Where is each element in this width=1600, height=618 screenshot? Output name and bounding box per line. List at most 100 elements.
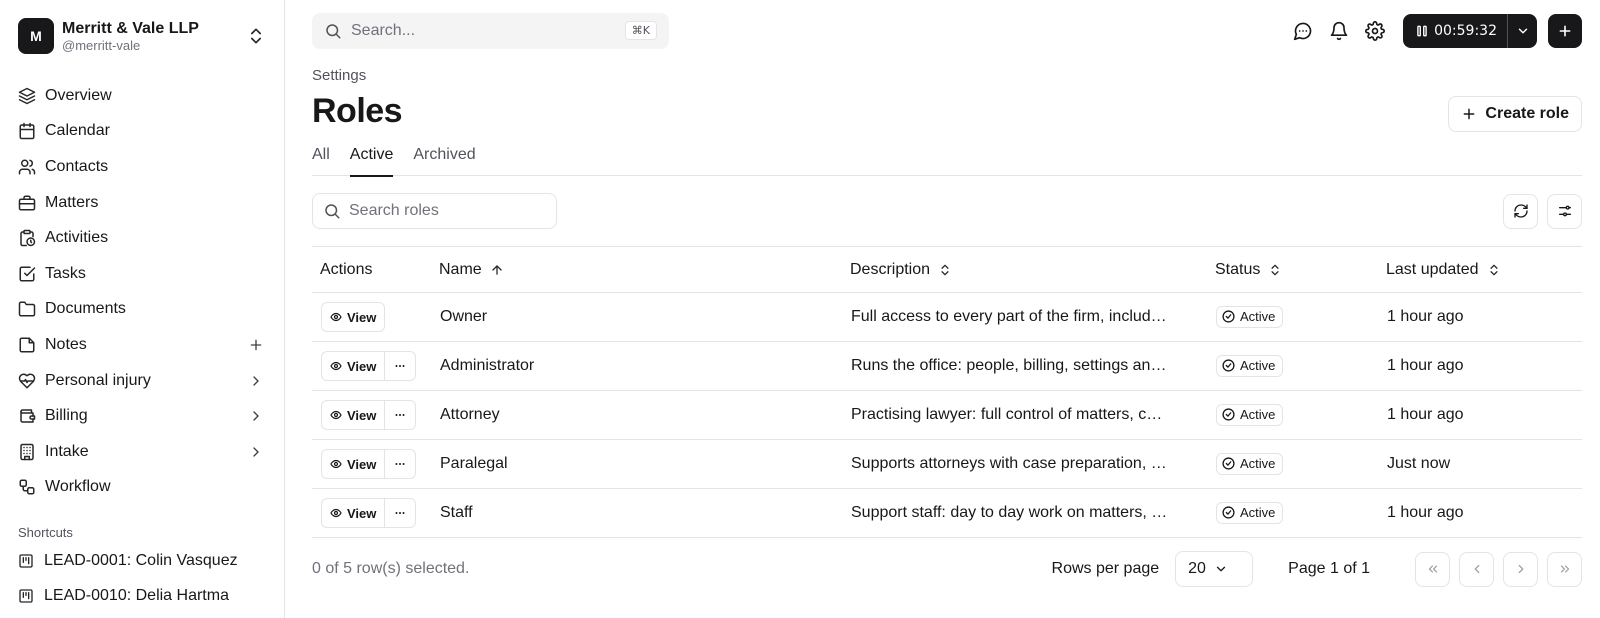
rows-per-page-select[interactable]: 20 bbox=[1175, 551, 1254, 587]
org-switcher[interactable]: M Merritt & Vale LLP @merritt-vale bbox=[0, 0, 284, 72]
table-header-row: Actions Name Description Status Last upd… bbox=[312, 246, 1582, 293]
eye-icon bbox=[330, 360, 342, 372]
sidebar-item-documents[interactable]: Documents bbox=[0, 292, 284, 328]
search-shortcut-key: ⌘K bbox=[624, 21, 657, 40]
role-description: Full access to every part of the firm, i… bbox=[842, 292, 1207, 342]
role-status-cell: Active bbox=[1207, 488, 1378, 538]
view-button[interactable]: View bbox=[321, 351, 386, 381]
view-button[interactable]: View bbox=[321, 400, 386, 430]
roles-search-placeholder: Search roles bbox=[349, 202, 439, 219]
view-label: View bbox=[347, 505, 377, 521]
tab-all[interactable]: All bbox=[312, 141, 330, 176]
view-button[interactable]: View bbox=[321, 449, 386, 479]
sidebar-item-billing[interactable]: Billing bbox=[0, 398, 284, 434]
view-button[interactable]: View bbox=[321, 498, 386, 528]
status-text: Active bbox=[1240, 505, 1276, 521]
plus-icon bbox=[1461, 106, 1477, 122]
shortcut-label: LEAD-0001: Colin Vasquez bbox=[44, 551, 238, 569]
next-page-button[interactable] bbox=[1503, 551, 1538, 587]
sliders-icon bbox=[1557, 203, 1573, 219]
row-actions-cell: View bbox=[312, 488, 431, 538]
column-settings-button[interactable] bbox=[1547, 193, 1582, 229]
page-info: Page 1 of 1 bbox=[1288, 560, 1370, 577]
refresh-button[interactable] bbox=[1503, 193, 1538, 229]
tab-archived[interactable]: Archived bbox=[413, 141, 475, 176]
chevron-right-icon bbox=[1514, 562, 1528, 576]
shortcut-item[interactable]: LEAD-0001: Colin Vasquez bbox=[0, 543, 284, 578]
role-name[interactable]: Administrator bbox=[431, 341, 842, 391]
sidebar-item-label: Calendar bbox=[45, 122, 110, 140]
timer-dropdown[interactable] bbox=[1507, 14, 1537, 48]
quick-add-button[interactable] bbox=[1548, 14, 1582, 48]
global-search[interactable]: Search... ⌘K bbox=[312, 12, 669, 49]
column-header-description[interactable]: Description bbox=[842, 246, 1207, 293]
sidebar-item-personal-injury[interactable]: Personal injury bbox=[0, 363, 284, 399]
role-name[interactable]: Attorney bbox=[431, 390, 842, 440]
column-header-name[interactable]: Name bbox=[431, 246, 842, 293]
chevron-right-icon bbox=[248, 444, 264, 460]
prev-page-button[interactable] bbox=[1459, 551, 1494, 587]
row-more-button[interactable] bbox=[385, 400, 417, 430]
chevron-right-icon bbox=[248, 408, 264, 424]
eye-icon bbox=[330, 311, 342, 323]
rows-per-page-label: Rows per page bbox=[1051, 560, 1160, 577]
last-page-button[interactable] bbox=[1547, 551, 1582, 587]
chevrons-up-down-icon bbox=[1268, 263, 1282, 277]
sidebar-item-tasks[interactable]: Tasks bbox=[0, 256, 284, 292]
column-header-status[interactable]: Status bbox=[1207, 246, 1378, 293]
status-badge: Active bbox=[1216, 452, 1284, 475]
row-actions: View bbox=[321, 449, 422, 479]
clipboard-clock-icon bbox=[18, 229, 36, 247]
role-name[interactable]: Staff bbox=[431, 488, 842, 538]
sidebar-item-label: Documents bbox=[45, 300, 126, 318]
sidebar-item-notes[interactable]: Notes bbox=[0, 327, 284, 363]
message-icon[interactable] bbox=[1293, 21, 1313, 41]
sidebar-item-workflow[interactable]: Workflow bbox=[0, 470, 284, 506]
timer-button[interactable]: 00:59:32 bbox=[1403, 14, 1507, 48]
role-name[interactable]: Owner bbox=[431, 292, 842, 342]
view-label: View bbox=[347, 456, 377, 472]
sidebar-item-label: Contacts bbox=[45, 157, 109, 175]
view-label: View bbox=[347, 407, 377, 423]
role-description: Runs the office: people, billing, settin… bbox=[842, 341, 1207, 391]
topbar: Search... ⌘K 00:59:32 bbox=[312, 0, 1582, 62]
roles-search-input[interactable]: Search roles bbox=[312, 193, 557, 229]
chevrons-up-down-icon[interactable] bbox=[246, 26, 266, 46]
chevron-right-icon bbox=[248, 373, 264, 389]
row-more-button[interactable] bbox=[385, 449, 417, 479]
sidebar-item-calendar[interactable]: Calendar bbox=[0, 114, 284, 150]
sidebar-item-activities[interactable]: Activities bbox=[0, 220, 284, 256]
gear-icon[interactable] bbox=[1365, 21, 1386, 41]
shortcuts-label: Shortcuts bbox=[18, 525, 73, 541]
status-text: Active bbox=[1240, 456, 1276, 472]
row-more-button[interactable] bbox=[385, 351, 417, 381]
tab-active[interactable]: Active bbox=[349, 141, 393, 177]
view-button[interactable]: View bbox=[321, 302, 386, 332]
check-circle-icon bbox=[1222, 359, 1235, 372]
wallet-icon bbox=[18, 407, 36, 425]
search-icon bbox=[324, 22, 342, 40]
table-row: View Owner Full access to every part of … bbox=[312, 292, 1582, 342]
create-role-button[interactable]: Create role bbox=[1448, 96, 1582, 132]
chevrons-right-icon bbox=[1558, 562, 1572, 576]
plus-icon[interactable] bbox=[248, 337, 264, 353]
selection-count: 0 of 5 row(s) selected. bbox=[312, 560, 470, 577]
sidebar-item-label: Activities bbox=[45, 229, 109, 247]
bell-icon[interactable] bbox=[1329, 21, 1349, 41]
sidebar-item-contacts[interactable]: Contacts bbox=[0, 149, 284, 185]
plus-icon bbox=[1557, 23, 1573, 39]
role-name[interactable]: Paralegal bbox=[431, 439, 842, 489]
sidebar-item-matters[interactable]: Matters bbox=[0, 185, 284, 221]
shortcut-item[interactable]: LEAD-0010: Delia Hartma bbox=[0, 578, 284, 613]
more-horizontal-icon bbox=[394, 409, 406, 421]
first-page-button[interactable] bbox=[1415, 551, 1450, 587]
sidebar-item-overview[interactable]: Overview bbox=[0, 78, 284, 114]
breadcrumb[interactable]: Settings bbox=[312, 67, 1582, 87]
timer-value: 00:59:32 bbox=[1434, 23, 1497, 39]
column-header-last-updated[interactable]: Last updated bbox=[1378, 246, 1582, 293]
table-row: View Paralegal Supports attorneys with c… bbox=[312, 439, 1582, 489]
search-placeholder: Search... bbox=[351, 21, 416, 39]
sidebar-item-intake[interactable]: Intake bbox=[0, 434, 284, 470]
row-more-button[interactable] bbox=[385, 498, 417, 528]
chevron-down-icon bbox=[1516, 24, 1530, 38]
